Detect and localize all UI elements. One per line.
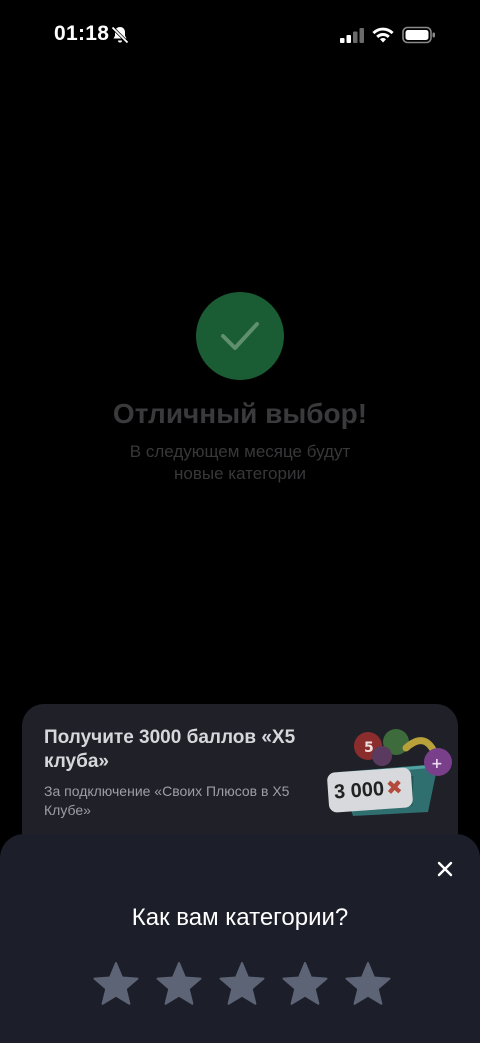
- cellular-signal-icon: [340, 28, 364, 43]
- close-icon: [437, 861, 453, 877]
- points-badge-value: 3 000: [333, 778, 385, 804]
- rating-bottom-sheet: Как вам категории?: [0, 834, 480, 1043]
- promo-basket-illustration: + 5 3 000✖: [298, 712, 458, 832]
- star-5-icon[interactable]: [344, 960, 392, 1008]
- star-1-icon[interactable]: [92, 960, 140, 1008]
- bell-muted-icon: [111, 26, 129, 44]
- promo-text: За подключение «Своих Плюсов в X5 Клубе»: [44, 783, 290, 818]
- star-rating: [92, 960, 392, 1008]
- close-button[interactable]: [430, 854, 460, 884]
- star-4-icon[interactable]: [281, 960, 329, 1008]
- success-title: Отличный выбор!: [112, 398, 368, 429]
- star-2-icon[interactable]: [155, 960, 203, 1008]
- points-badge: 3 000✖: [326, 767, 414, 813]
- svg-text:+: +: [431, 756, 443, 772]
- wifi-icon: [372, 27, 394, 43]
- battery-icon: [402, 26, 435, 44]
- success-check-icon: [196, 292, 284, 380]
- status-bar: 01:18: [0, 0, 480, 70]
- status-time: 01:18: [54, 22, 110, 45]
- star-3-icon[interactable]: [218, 960, 266, 1008]
- rating-question: Как вам категории?: [131, 904, 349, 931]
- svg-text:5: 5: [364, 740, 374, 756]
- points-badge-symbol: ✖: [385, 776, 404, 800]
- success-subtitle: В следующем месяце будут новые категории: [129, 442, 351, 483]
- promo-title: Получите 3000 баллов «X5 клуба»: [44, 727, 296, 772]
